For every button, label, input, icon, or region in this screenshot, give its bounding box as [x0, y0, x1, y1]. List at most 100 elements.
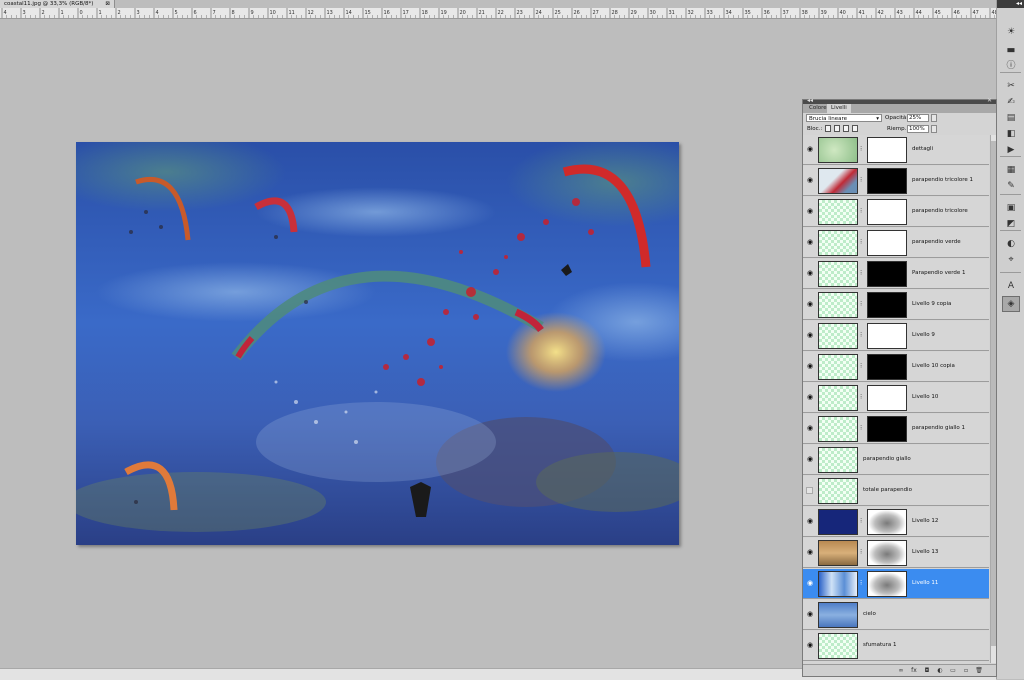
scrollbar-thumb[interactable] [991, 141, 996, 646]
opacity-input[interactable]: 25% [907, 114, 929, 122]
layer-thumbnail[interactable] [818, 633, 858, 659]
lock-pixels-icon[interactable] [834, 125, 840, 132]
swatch-stack-icon[interactable]: ▤ [1002, 110, 1020, 126]
chain-link-icon[interactable]: ⁝ [860, 145, 862, 153]
link-layers-icon[interactable]: ∞ [897, 667, 905, 674]
layer-thumbnail[interactable] [818, 385, 858, 411]
eye-icon[interactable]: ◉ [806, 208, 814, 215]
layer-name[interactable]: Livello 11 [912, 580, 938, 586]
layer-row[interactable]: ◉ ⁝ Livello 9 [803, 321, 989, 351]
brush-clone-icon[interactable]: ✍ [1002, 94, 1020, 110]
new-layer-icon[interactable]: ▫ [962, 667, 970, 674]
layer-row[interactable]: ◉ ⁝ parapendio verde [803, 228, 989, 258]
masks-icon[interactable]: ◐ [1002, 236, 1020, 252]
layer-name[interactable]: totale parapendio [863, 487, 912, 493]
chain-link-icon[interactable]: ⁝ [860, 548, 862, 556]
layer-name[interactable]: parapendio verde [912, 239, 961, 245]
layer-row[interactable]: ◉ ⁝ Livello 13 [803, 538, 989, 568]
eye-icon[interactable]: ◉ [806, 394, 814, 401]
layer-name[interactable]: parapendio tricolore 1 [912, 177, 973, 183]
layer-row[interactable]: ◉ ⁝ Parapendio verde 1 [803, 259, 989, 289]
layer-mask-thumbnail[interactable] [867, 540, 907, 566]
layer-thumbnail[interactable] [818, 230, 858, 256]
layer-thumbnail[interactable] [818, 323, 858, 349]
layer-row[interactable]: ◉ ⁝ Livello 10 copia [803, 352, 989, 382]
chain-link-icon[interactable]: ⁝ [860, 362, 862, 370]
info-icon[interactable]: ⓘ [1002, 56, 1020, 72]
clone-source-icon[interactable]: ◧ [1002, 126, 1020, 142]
layer-name[interactable]: parapendio tricolore [912, 208, 968, 214]
layer-name[interactable]: Livello 9 copia [912, 301, 951, 307]
layer-row[interactable]: ◉ ⁝ Livello 10 [803, 383, 989, 413]
panel-close-icon[interactable]: ✕ [987, 97, 992, 104]
layer-name[interactable]: Livello 9 [912, 332, 935, 338]
eye-icon[interactable]: ◉ [806, 425, 814, 432]
eye-icon[interactable]: ◉ [806, 549, 814, 556]
fill-stepper[interactable] [931, 125, 937, 133]
layer-row[interactable]: ◉ ⁝ parapendio tricolore [803, 197, 989, 227]
layer-row[interactable]: ◉ ⁝ parapendio giallo 1 [803, 414, 989, 444]
layer-row[interactable]: ◉ ⁝ Livello 11 [803, 569, 989, 599]
layer-row[interactable]: ◉ ⁝ Livello 9 copia [803, 290, 989, 320]
layer-mask-thumbnail[interactable] [867, 354, 907, 380]
layer-mask-thumbnail[interactable] [867, 416, 907, 442]
chain-link-icon[interactable]: ⁝ [860, 207, 862, 215]
layer-row[interactable]: ◉ cielo [803, 600, 989, 630]
layer-name[interactable]: Livello 10 copia [912, 363, 955, 369]
layer-thumbnail[interactable] [818, 478, 858, 504]
layer-name[interactable]: Livello 13 [912, 549, 938, 555]
layer-mask-thumbnail[interactable] [867, 168, 907, 194]
fill-input[interactable]: 100% [907, 125, 929, 133]
layer-thumbnail[interactable] [818, 416, 858, 442]
layer-mask-thumbnail[interactable] [867, 137, 907, 163]
layer-thumbnail[interactable] [818, 292, 858, 318]
document-tab[interactable]: coastal11.jpg @ 33,3% (RGB/8*) ⊠ [0, 0, 115, 8]
layer-thumbnail[interactable] [818, 168, 858, 194]
chain-link-icon[interactable]: ⁝ [860, 424, 862, 432]
layer-mask-thumbnail[interactable] [867, 571, 907, 597]
layer-name[interactable]: Livello 10 [912, 394, 938, 400]
document-canvas[interactable] [76, 142, 679, 545]
tools-cross-icon[interactable]: ✂ [1002, 78, 1020, 94]
layer-thumbnail[interactable] [818, 354, 858, 380]
layer-mask-thumbnail[interactable] [867, 385, 907, 411]
add-mask-icon[interactable]: ◘ [923, 667, 931, 674]
opacity-stepper[interactable] [931, 114, 937, 122]
layer-name[interactable]: Parapendio verde 1 [912, 270, 966, 276]
paths-icon[interactable]: ✎ [1002, 178, 1020, 194]
layer-thumbnail[interactable] [818, 509, 858, 535]
layer-name[interactable]: Livello 12 [912, 518, 938, 524]
lock-position-icon[interactable] [843, 125, 849, 132]
layer-row[interactable]: ◉ ⁝ Livello 12 [803, 507, 989, 537]
layer-row[interactable]: ◉ ⁝ parapendio tricolore 1 [803, 166, 989, 196]
layer-mask-thumbnail[interactable] [867, 292, 907, 318]
dock-collapse-icon[interactable]: ◂◂ [1016, 0, 1022, 7]
document-close-icon[interactable]: ⊠ [105, 0, 110, 8]
eye-icon[interactable]: ◉ [806, 580, 814, 587]
lock-all-icon[interactable] [852, 125, 858, 132]
lock-transparent-icon[interactable] [825, 125, 831, 132]
chain-link-icon[interactable]: ⁝ [860, 517, 862, 525]
layer-name[interactable]: parapendio giallo [863, 456, 911, 462]
layer-mask-thumbnail[interactable] [867, 230, 907, 256]
layers-scrollbar[interactable] [990, 135, 996, 663]
eye-icon[interactable]: ◉ [806, 239, 814, 246]
layer-name[interactable]: sfumatura 1 [863, 642, 897, 648]
navigator-icon[interactable]: ⌖ [1002, 252, 1020, 268]
layer-name[interactable]: dettagli [912, 146, 933, 152]
histogram-icon[interactable]: ▃ [1002, 40, 1020, 56]
chain-link-icon[interactable]: ⁝ [860, 579, 862, 587]
layer-row[interactable]: ◉ ⁝ dettagli [803, 135, 989, 165]
eye-icon[interactable]: ◉ [806, 363, 814, 370]
layer-name[interactable]: parapendio giallo 1 [912, 425, 965, 431]
chain-link-icon[interactable]: ⁝ [860, 176, 862, 184]
eye-icon[interactable]: ◉ [806, 518, 814, 525]
eye-icon[interactable]: ◉ [806, 611, 814, 618]
adjustment-layer-icon[interactable]: ◐ [936, 667, 944, 674]
chain-link-icon[interactable]: ⁝ [860, 269, 862, 277]
fx-icon[interactable]: fx [910, 667, 918, 674]
chain-link-icon[interactable]: ⁝ [860, 331, 862, 339]
layer-thumbnail[interactable] [818, 602, 858, 628]
layer-mask-thumbnail[interactable] [867, 509, 907, 535]
layers-icon[interactable]: ◈ [1002, 296, 1020, 312]
